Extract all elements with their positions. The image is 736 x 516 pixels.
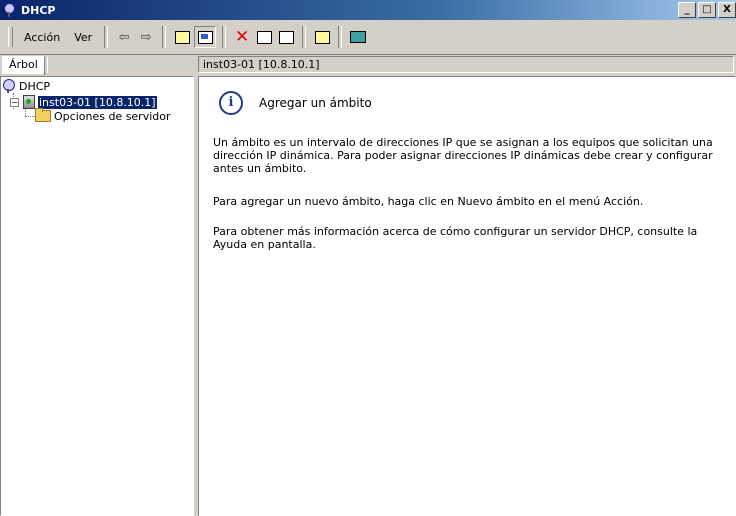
tree-item-server-options[interactable]: Opciones de servidor: [35, 108, 171, 123]
toolbar-separator: [104, 26, 109, 48]
console-icon: [350, 31, 367, 43]
tab-separator: [44, 57, 48, 73]
back-button[interactable]: ⇦: [114, 27, 134, 47]
close-button[interactable]: X: [718, 2, 736, 18]
back-arrow-icon: ⇦: [118, 29, 130, 45]
description-paragraph: Un ámbito es un intervalo de direcciones…: [213, 136, 713, 175]
info-icon: i: [219, 91, 243, 115]
folder-icon: [35, 108, 51, 122]
properties-button[interactable]: [254, 27, 274, 47]
show-hide-tree-button[interactable]: [194, 26, 217, 48]
instruction-paragraph: Para agregar un nuevo ámbito, haga clic …: [213, 195, 644, 208]
toolbar-separator: [222, 26, 227, 48]
content-pane: i Agregar un ámbito Un ámbito es un inte…: [198, 76, 736, 516]
pane-header-bar: Árbol inst03-01 [10.8.10.1]: [0, 55, 736, 75]
minimize-button[interactable]: _: [678, 2, 696, 18]
up-folder-icon: [174, 30, 190, 44]
show-tree-icon: [197, 30, 213, 44]
collapse-toggle[interactable]: −: [10, 97, 19, 107]
tree-item-server[interactable]: − inst03-01 [10.8.10.1]: [10, 94, 158, 110]
toolbar-grip: [8, 27, 13, 47]
delete-icon: ✕: [235, 26, 250, 47]
refresh-icon: [278, 30, 294, 44]
tree-connector: [25, 116, 35, 117]
toolbar-separator: [302, 26, 307, 48]
maximize-button[interactable]: □: [698, 2, 716, 18]
tree-item-label: Opciones de servidor: [54, 109, 171, 123]
menu-accion[interactable]: Acción: [17, 31, 67, 44]
help-paragraph: Para obtener más información acerca de c…: [213, 225, 698, 251]
tree-item-dhcp[interactable]: DHCP: [2, 79, 50, 93]
up-one-level-button[interactable]: [172, 27, 192, 47]
window-controls: _ □ X: [676, 2, 736, 18]
dhcp-app-icon: [4, 3, 18, 17]
toolbar-separator: [338, 26, 343, 48]
menu-toolbar: Acción Ver ⇦ ⇨ ✕: [0, 20, 736, 55]
help-icon: [314, 30, 330, 44]
title-bar: DHCP _ □ X: [0, 0, 736, 20]
server-icon: [23, 95, 35, 109]
console-button[interactable]: [348, 27, 368, 47]
tree-item-label: DHCP: [19, 79, 51, 93]
delete-button[interactable]: ✕: [232, 27, 252, 47]
tab-arbol[interactable]: Árbol: [2, 56, 45, 75]
tree-pane[interactable]: DHCP − inst03-01 [10.8.10.1] Opciones de…: [0, 76, 194, 516]
forward-arrow-icon: ⇨: [140, 29, 152, 45]
content-header: inst03-01 [10.8.10.1]: [198, 56, 734, 73]
menu-ver[interactable]: Ver: [67, 31, 99, 44]
forward-button[interactable]: ⇨: [136, 27, 156, 47]
dhcp-icon: [2, 79, 16, 93]
tree-item-label: inst03-01 [10.8.10.1]: [37, 94, 158, 110]
content-heading: Agregar un ámbito: [259, 96, 372, 110]
window-title: DHCP: [21, 3, 56, 17]
properties-icon: [256, 30, 272, 44]
toolbar-separator: [162, 26, 167, 48]
refresh-button[interactable]: [276, 27, 296, 47]
help-button[interactable]: [312, 27, 332, 47]
